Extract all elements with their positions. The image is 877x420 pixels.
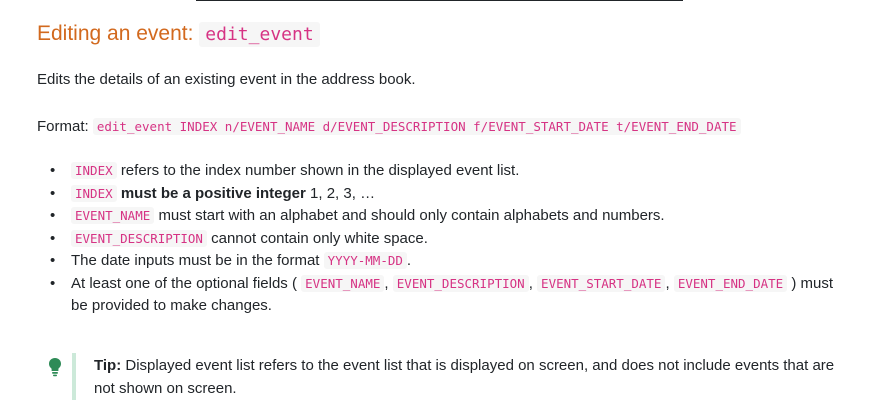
separator: ,: [665, 274, 670, 292]
format-label: Format:: [37, 118, 89, 135]
heading-text: Editing an event:: [37, 22, 194, 45]
heading-command: edit_event: [199, 22, 320, 47]
rule-text: refers to the index number shown in the …: [120, 162, 520, 179]
param-code: EVENT_DESCRIPTION: [392, 274, 529, 292]
list-item: INDEX refers to the index number shown i…: [37, 160, 847, 183]
separator: ,: [384, 274, 389, 292]
tip-label: Tip:: [94, 357, 122, 374]
param-code: EVENT_START_DATE: [537, 274, 666, 292]
rule-text: The date inputs must be in the format: [71, 252, 320, 269]
list-item: At least one of the optional fields ( EV…: [37, 273, 847, 318]
format-command: edit_event INDEX n/EVENT_NAME d/EVENT_DE…: [92, 118, 741, 135]
param-code: EVENT_NAME: [301, 274, 385, 292]
rule-emphasis: must be a positive integer: [120, 184, 306, 202]
format-line: Format: edit_event INDEX n/EVENT_NAME d/…: [37, 118, 741, 135]
rules-list: INDEX refers to the index number shown i…: [37, 160, 847, 318]
separator: ,: [528, 274, 533, 292]
tip-text: Displayed event list refers to the event…: [94, 357, 835, 397]
param-code: INDEX: [71, 184, 117, 202]
rule-text: At least one of the optional fields (: [71, 274, 297, 292]
param-code: EVENT_NAME: [71, 207, 155, 224]
param-code: EVENT_END_DATE: [673, 274, 788, 292]
rule-text: cannot contain only white space.: [211, 229, 428, 247]
param-code: EVENT_DESCRIPTION: [71, 229, 207, 247]
list-item: The date inputs must be in the format YY…: [37, 250, 847, 273]
param-code: INDEX: [71, 162, 117, 179]
lightbulb-icon: [48, 357, 62, 377]
top-divider: [196, 0, 683, 1]
list-item: EVENT_DESCRIPTION cannot contain only wh…: [37, 228, 847, 251]
page: Editing an event: edit_event Edits the d…: [0, 0, 877, 420]
param-code: YYYY-MM-DD: [323, 252, 407, 269]
tip-accent-bar: [72, 353, 76, 400]
section-heading: Editing an event: edit_event: [37, 22, 320, 47]
rule-text: 1, 2, 3, …: [310, 184, 376, 202]
list-item: INDEX must be a positive integer 1, 2, 3…: [37, 183, 847, 206]
rule-text: must start with an alphabet and should o…: [158, 207, 665, 224]
list-item: EVENT_NAME must start with an alphabet a…: [37, 205, 847, 228]
rule-text-end: .: [406, 252, 412, 269]
tip-content: Tip: Displayed event list refers to the …: [94, 355, 838, 400]
command-description: Edits the details of an existing event i…: [37, 71, 416, 88]
